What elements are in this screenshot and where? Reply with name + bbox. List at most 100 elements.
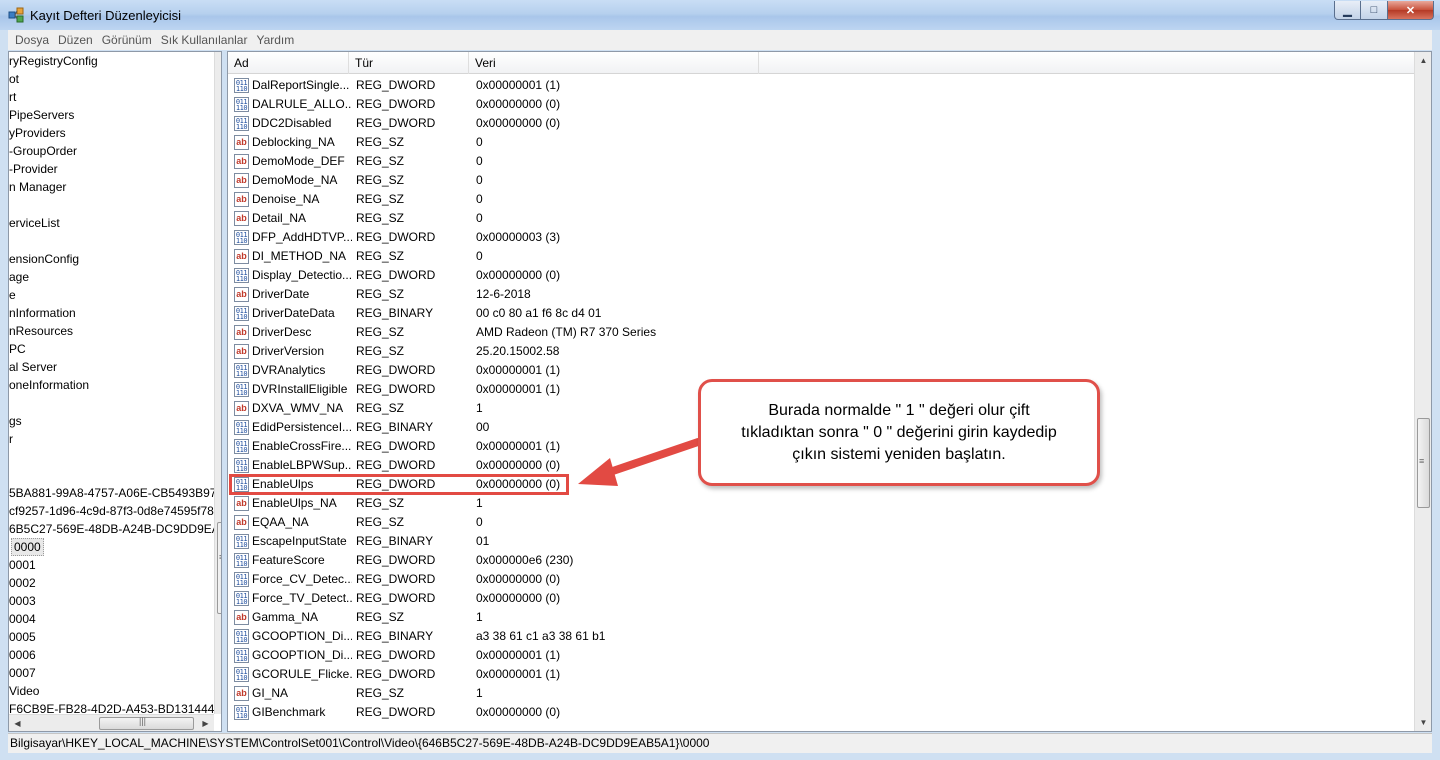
string-value-icon: ab bbox=[234, 325, 249, 340]
tree-item[interactable]: r bbox=[9, 430, 13, 448]
table-row[interactable]: ab GI_NA REG_SZ 1 bbox=[228, 684, 1414, 703]
maximize-button[interactable]: □ bbox=[1361, 1, 1388, 20]
tree-vertical-scrollbar[interactable]: ▲ ≡ ▼ bbox=[214, 52, 221, 714]
value-data: 00 c0 80 a1 f6 8c d4 01 bbox=[476, 306, 602, 320]
tree-item[interactable]: -Provider bbox=[9, 160, 58, 178]
list-vertical-scrollbar[interactable]: ▲ ≡ ▼ bbox=[1414, 52, 1431, 731]
binary-value-icon: 011 110 bbox=[234, 420, 249, 435]
value-name: EscapeInputState bbox=[252, 534, 347, 548]
value-data: 0x00000001 (1) bbox=[476, 382, 561, 396]
menu-duzen[interactable]: Düzen bbox=[54, 33, 97, 47]
value-data: 00 bbox=[476, 420, 490, 434]
tree-item[interactable]: 0000 bbox=[11, 538, 44, 556]
table-row[interactable]: 011 110 DVRAnalytics REG_DWORD 0x00000001 (… bbox=[228, 361, 1414, 380]
table-row[interactable]: ab EnableUlps_NA REG_SZ 1 bbox=[228, 494, 1414, 513]
tree-item[interactable]: oneInformation bbox=[9, 376, 89, 394]
value-type: REG_SZ bbox=[356, 287, 405, 301]
table-row[interactable]: ab DriverDesc REG_SZ AMD Radeon (TM) R7 370… bbox=[228, 323, 1414, 342]
tree-item[interactable]: PC bbox=[9, 340, 26, 358]
scroll-up-icon[interactable]: ▲ bbox=[1415, 52, 1431, 69]
tree-item[interactable]: ensionConfig bbox=[9, 250, 79, 268]
table-row[interactable]: ab DemoMode_DEF REG_SZ 0 bbox=[228, 152, 1414, 171]
menu-sik-kullanilanlar[interactable]: Sık Kullanılanlar bbox=[157, 33, 252, 47]
tree-item[interactable]: gs bbox=[9, 412, 22, 430]
scroll-down-icon[interactable]: ▼ bbox=[215, 697, 221, 714]
table-row[interactable]: 011 110 GCOOPTION_Di... REG_DWORD 0x0000000… bbox=[228, 646, 1414, 665]
tree-item[interactable]: 0003 bbox=[9, 592, 36, 610]
menu-yardim[interactable]: Yardım bbox=[252, 33, 298, 47]
value-type: REG_SZ bbox=[356, 325, 405, 339]
menu-gorunum[interactable]: Görünüm bbox=[98, 33, 156, 47]
tree-item[interactable]: 0001 bbox=[9, 556, 36, 574]
tree-item[interactable]: rt bbox=[9, 88, 16, 106]
column-header-name[interactable]: Ad bbox=[228, 52, 349, 74]
table-row[interactable]: 011 110 GCORULE_Flicke... REG_DWORD 0x00000… bbox=[228, 665, 1414, 684]
table-row[interactable]: 011 110 Force_TV_Detect... REG_DWORD 0x0000… bbox=[228, 589, 1414, 608]
close-button[interactable]: ✕ bbox=[1388, 1, 1434, 20]
tree-item[interactable]: al Server bbox=[9, 358, 57, 376]
tree-item[interactable]: cf9257-1d96-4c9d-87f3-0d8e74595f78 bbox=[9, 502, 214, 520]
tree-item[interactable]: PipeServers bbox=[9, 106, 74, 124]
table-row[interactable]: 011 110 DriverDateData REG_BINARY 00 c0 80 … bbox=[228, 304, 1414, 323]
tree-item[interactable]: e bbox=[9, 286, 16, 304]
title-bar[interactable]: Kayıt Defteri Düzenleyicisi ▁ □ ✕ bbox=[0, 0, 1440, 30]
scroll-down-icon[interactable]: ▼ bbox=[1415, 714, 1431, 731]
scroll-right-icon[interactable]: ▶ bbox=[197, 715, 214, 731]
table-row[interactable]: 011 110 DalReportSingle... REG_DWORD 0x0000… bbox=[228, 76, 1414, 95]
tree-item[interactable]: ryRegistryConfig bbox=[9, 52, 98, 70]
tree-scroll-thumb[interactable] bbox=[217, 522, 221, 614]
value-name: DVRAnalytics bbox=[252, 363, 326, 377]
column-header-data[interactable]: Veri bbox=[469, 52, 759, 74]
tree-item[interactable]: 5BA881-99A8-4757-A06E-CB5493B97... bbox=[9, 484, 221, 502]
binary-value-icon: 011 110 bbox=[234, 78, 249, 93]
column-header-type[interactable]: Tür bbox=[349, 52, 469, 74]
tree-item[interactable]: ot bbox=[9, 70, 19, 88]
tree-horizontal-scrollbar[interactable]: ◀ ||| ▶ bbox=[9, 714, 214, 731]
table-row[interactable]: ab Deblocking_NA REG_SZ 0 bbox=[228, 133, 1414, 152]
table-row[interactable]: 011 110 EscapeInputState REG_BINARY 01 bbox=[228, 532, 1414, 551]
value-name: EnableCrossFire... bbox=[252, 439, 352, 453]
menu-bar: Dosya Düzen Görünüm Sık Kullanılanlar Ya… bbox=[8, 30, 1432, 50]
tree-hscroll-thumb[interactable] bbox=[99, 717, 194, 730]
table-row[interactable]: 011 110 FeatureScore REG_DWORD 0x000000e6 (… bbox=[228, 551, 1414, 570]
tree-item[interactable]: 0007 bbox=[9, 664, 36, 682]
value-name: DalReportSingle... bbox=[252, 78, 350, 92]
tree-item[interactable]: 6B5C27-569E-48DB-A24B-DC9DD9EA... bbox=[9, 520, 221, 538]
menu-dosya[interactable]: Dosya bbox=[11, 33, 53, 47]
table-row[interactable]: ab DI_METHOD_NA REG_SZ 0 bbox=[228, 247, 1414, 266]
tree-item[interactable]: erviceList bbox=[9, 214, 60, 232]
table-row[interactable]: 011 110 Display_Detectio... REG_DWORD 0x000… bbox=[228, 266, 1414, 285]
grip-icon: ≡ bbox=[219, 552, 221, 562]
binary-value-icon: 011 110 bbox=[234, 553, 249, 568]
table-row[interactable]: 011 110 DALRULE_ALLO... REG_DWORD 0x0000000… bbox=[228, 95, 1414, 114]
table-row[interactable]: ab Detail_NA REG_SZ 0 bbox=[228, 209, 1414, 228]
table-row[interactable]: ab DemoMode_NA REG_SZ 0 bbox=[228, 171, 1414, 190]
minimize-button[interactable]: ▁ bbox=[1334, 1, 1361, 20]
tree-item[interactable]: 0005 bbox=[9, 628, 36, 646]
scroll-up-icon[interactable]: ▲ bbox=[215, 52, 221, 69]
key-tree-pane[interactable]: ryRegistryConfig ot rt PipeServers yProvider… bbox=[8, 51, 222, 732]
scroll-left-icon[interactable]: ◀ bbox=[9, 715, 26, 731]
tree-item[interactable]: nInformation bbox=[9, 304, 76, 322]
window-controls: ▁ □ ✕ bbox=[1334, 1, 1434, 20]
table-row[interactable]: ab DriverVersion REG_SZ 25.20.15002.58 bbox=[228, 342, 1414, 361]
tree-item[interactable]: yProviders bbox=[9, 124, 66, 142]
table-row[interactable]: 011 110 DDC2Disabled REG_DWORD 0x00000000 (… bbox=[228, 114, 1414, 133]
table-row[interactable]: ab EQAA_NA REG_SZ 0 bbox=[228, 513, 1414, 532]
tree-item[interactable]: -GroupOrder bbox=[9, 142, 77, 160]
table-row[interactable]: 011 110 GCOOPTION_Di... REG_BINARY a3 38 61… bbox=[228, 627, 1414, 646]
tree-item[interactable]: 0006 bbox=[9, 646, 36, 664]
tree-item[interactable]: nResources bbox=[9, 322, 73, 340]
tree-item[interactable]: 0004 bbox=[9, 610, 36, 628]
table-row[interactable]: 011 110 GIBenchmark REG_DWORD 0x00000000 (0… bbox=[228, 703, 1414, 722]
value-data: 0 bbox=[476, 515, 483, 529]
tree-item[interactable]: 0002 bbox=[9, 574, 36, 592]
table-row[interactable]: ab Gamma_NA REG_SZ 1 bbox=[228, 608, 1414, 627]
table-row[interactable]: 011 110 DFP_AddHDTVP... REG_DWORD 0x0000000… bbox=[228, 228, 1414, 247]
table-row[interactable]: ab Denoise_NA REG_SZ 0 bbox=[228, 190, 1414, 209]
tree-item[interactable]: n Manager bbox=[9, 178, 66, 196]
table-row[interactable]: 011 110 Force_CV_Detec... REG_DWORD 0x00000… bbox=[228, 570, 1414, 589]
table-row[interactable]: ab DriverDate REG_SZ 12-6-2018 bbox=[228, 285, 1414, 304]
tree-item[interactable]: age bbox=[9, 268, 29, 286]
tree-item[interactable]: Video bbox=[9, 682, 39, 700]
